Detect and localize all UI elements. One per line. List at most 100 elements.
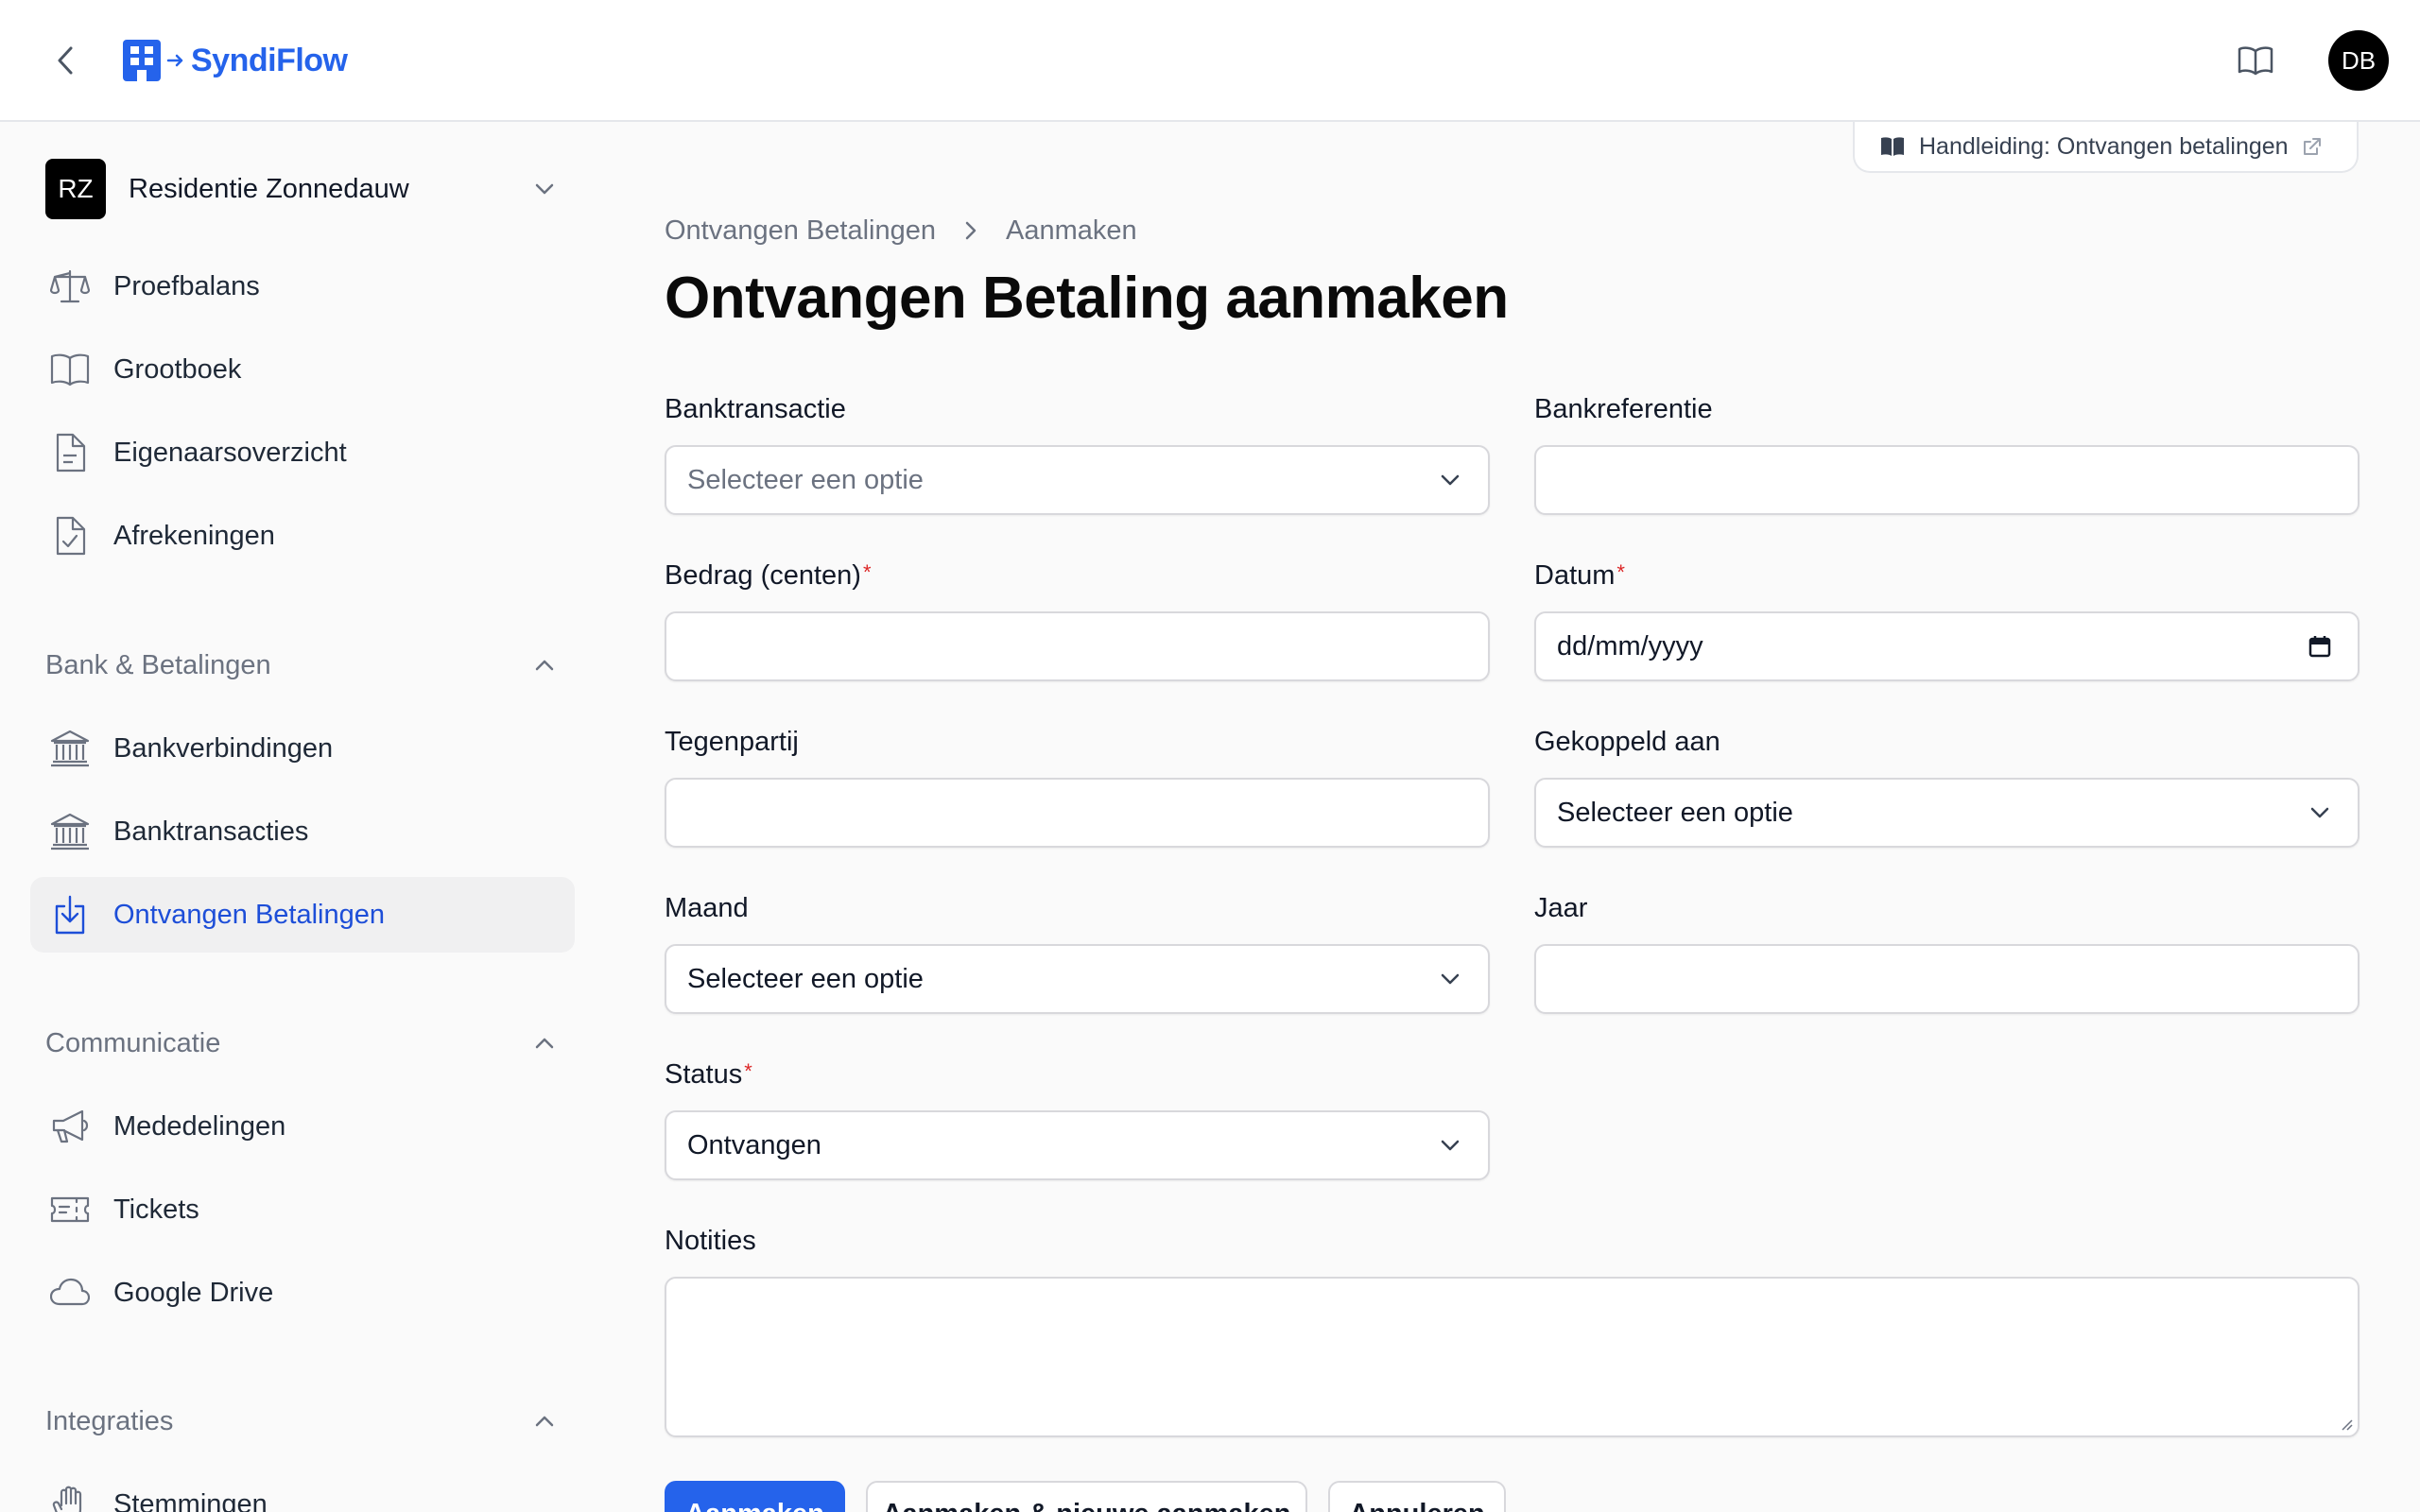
label-text: Status	[665, 1059, 743, 1090]
datum-input[interactable]: dd/mm/yyyy	[1534, 611, 2360, 681]
input-value: dd/mm/yyyy	[1557, 630, 1703, 662]
banktransactie-select[interactable]: Selecteer een optie	[665, 445, 1490, 515]
chevron-up-icon	[535, 1038, 554, 1049]
scale-icon	[50, 269, 90, 303]
bedrag-input[interactable]	[665, 611, 1490, 681]
sidebar-item-label: Ontvangen Betalingen	[113, 899, 385, 930]
sidebar-item-proefbalans[interactable]: Proefbalans	[30, 249, 575, 324]
sidebar-item-stemmingen[interactable]: Stemmingen	[30, 1467, 575, 1512]
sidebar-item-grootboek[interactable]: Grootboek	[30, 332, 575, 407]
download-tray-icon	[55, 895, 85, 935]
guide-label: Handleiding: Ontvangen betalingen	[1919, 132, 2289, 160]
cancel-button[interactable]: Annuleren	[1328, 1481, 1506, 1512]
datum-label: Datum*	[1534, 560, 1625, 592]
sidebar-item-label: Bankverbindingen	[113, 732, 334, 764]
arrow-right-icon	[166, 54, 183, 67]
notities-textarea[interactable]	[665, 1277, 2360, 1437]
book-icon	[50, 353, 90, 387]
building-logo-icon	[123, 40, 161, 81]
jaar-input[interactable]	[1534, 944, 2360, 1014]
sidebar-item-eigenaarsoverzicht[interactable]: Eigenaarsoverzicht	[30, 415, 575, 490]
gekoppeld-select[interactable]: Selecteer een optie	[1534, 778, 2360, 848]
bankreferentie-label: Bankreferentie	[1534, 394, 1713, 424]
sidebar-item-google-drive[interactable]: Google Drive	[30, 1255, 575, 1331]
sidebar: RZ Residentie Zonnedauw Proefbalans Groo…	[0, 124, 605, 1512]
sidebar-item-label: Eigenaarsoverzicht	[113, 437, 347, 468]
book-filled-icon	[1881, 137, 1904, 156]
sidebar-item-label: Google Drive	[113, 1277, 274, 1308]
bedrag-label: Bedrag (centen)*	[665, 560, 872, 592]
calendar-icon	[2308, 636, 2331, 658]
sidebar-item-mededelingen[interactable]: Mededelingen	[30, 1089, 575, 1164]
sidebar-item-ontvangen-betalingen[interactable]: Ontvangen Betalingen	[30, 877, 575, 953]
page-title: Ontvangen Betaling aanmaken	[665, 266, 1509, 331]
label-text: Bedrag (centen)	[665, 560, 861, 591]
group-label: Bank & Betalingen	[45, 649, 271, 680]
jaar-label: Jaar	[1534, 893, 1588, 923]
select-value: Ontvangen	[687, 1129, 821, 1160]
create-another-button[interactable]: Aanmaken & nieuwe aanmaken	[866, 1481, 1307, 1512]
chevron-down-icon	[1441, 1140, 1460, 1151]
ticket-icon	[50, 1196, 90, 1223]
sidebar-item-label: Proefbalans	[113, 270, 260, 301]
select-placeholder: Selecteer een optie	[687, 464, 924, 495]
bank-icon	[50, 813, 90, 850]
group-header-integraties[interactable]: Integraties	[45, 1398, 563, 1445]
select-value: Selecteer een optie	[1557, 797, 1793, 828]
group-label: Integraties	[45, 1405, 174, 1436]
group-header-communicatie[interactable]: Communicatie	[45, 1020, 563, 1067]
resize-grip-icon[interactable]	[2339, 1417, 2354, 1432]
chevron-up-icon	[535, 660, 554, 671]
sidebar-item-bankverbindingen[interactable]: Bankverbindingen	[30, 711, 575, 786]
back-button[interactable]	[47, 42, 85, 79]
sidebar-item-afrekeningen[interactable]: Afrekeningen	[30, 498, 575, 574]
select-value: Selecteer een optie	[687, 963, 924, 994]
sidebar-item-label: Banktransacties	[113, 816, 309, 847]
chevron-down-icon	[1441, 474, 1460, 486]
required-marker: *	[862, 560, 872, 584]
breadcrumb-item[interactable]: Ontvangen Betalingen	[665, 215, 936, 247]
group-label: Communicatie	[45, 1027, 221, 1058]
docs-button[interactable]	[2237, 42, 2274, 79]
tegenpartij-input[interactable]	[665, 778, 1490, 848]
breadcrumb-item[interactable]: Aanmaken	[1006, 215, 1137, 247]
chevron-down-icon	[2310, 807, 2329, 818]
banktransactie-label: Banktransactie	[665, 394, 846, 424]
sidebar-item-label: Grootboek	[113, 353, 242, 385]
maand-select[interactable]: Selecteer een optie	[665, 944, 1490, 1014]
document-check-icon	[56, 516, 86, 556]
tenant-switcher[interactable]: RZ Residentie Zonnedauw	[45, 159, 563, 219]
external-link-icon	[2303, 138, 2321, 155]
megaphone-icon	[52, 1109, 89, 1143]
tegenpartij-label: Tegenpartij	[665, 727, 799, 757]
sidebar-item-tickets[interactable]: Tickets	[30, 1172, 575, 1247]
app-logo[interactable]: SyndiFlow	[123, 40, 348, 81]
status-label: Status*	[665, 1059, 752, 1091]
label-text: Datum	[1534, 560, 1616, 591]
chevron-down-icon	[1441, 973, 1460, 985]
bankreferentie-input[interactable]	[1534, 445, 2360, 515]
sidebar-item-banktransacties[interactable]: Banktransacties	[30, 794, 575, 869]
book-open-icon	[2238, 46, 2273, 76]
sidebar-item-label: Stemmingen	[113, 1488, 268, 1512]
sidebar-item-label: Mededelingen	[113, 1110, 286, 1142]
sidebar-item-label: Afrekeningen	[113, 520, 275, 551]
gekoppeld-label: Gekoppeld aan	[1534, 727, 1720, 757]
hand-icon	[52, 1486, 82, 1512]
maand-label: Maand	[665, 893, 749, 923]
create-button[interactable]: Aanmaken	[665, 1481, 845, 1512]
top-bar: SyndiFlow DB	[0, 0, 2420, 122]
status-select[interactable]: Ontvangen	[665, 1110, 1490, 1180]
required-marker: *	[1616, 560, 1625, 584]
app-name: SyndiFlow	[191, 42, 348, 78]
user-avatar[interactable]: DB	[2328, 30, 2389, 91]
bank-icon	[50, 730, 90, 767]
chevron-up-icon	[535, 1416, 554, 1427]
tenant-badge: RZ	[45, 159, 106, 219]
chevron-left-icon	[58, 46, 73, 75]
chevron-down-icon	[535, 183, 554, 195]
breadcrumb: Ontvangen Betalingen Aanmaken	[665, 212, 1137, 249]
cloud-icon	[50, 1278, 90, 1306]
group-header-bank-betalingen[interactable]: Bank & Betalingen	[45, 642, 563, 689]
guide-link-button[interactable]: Handleiding: Ontvangen betalingen	[1853, 122, 2359, 173]
